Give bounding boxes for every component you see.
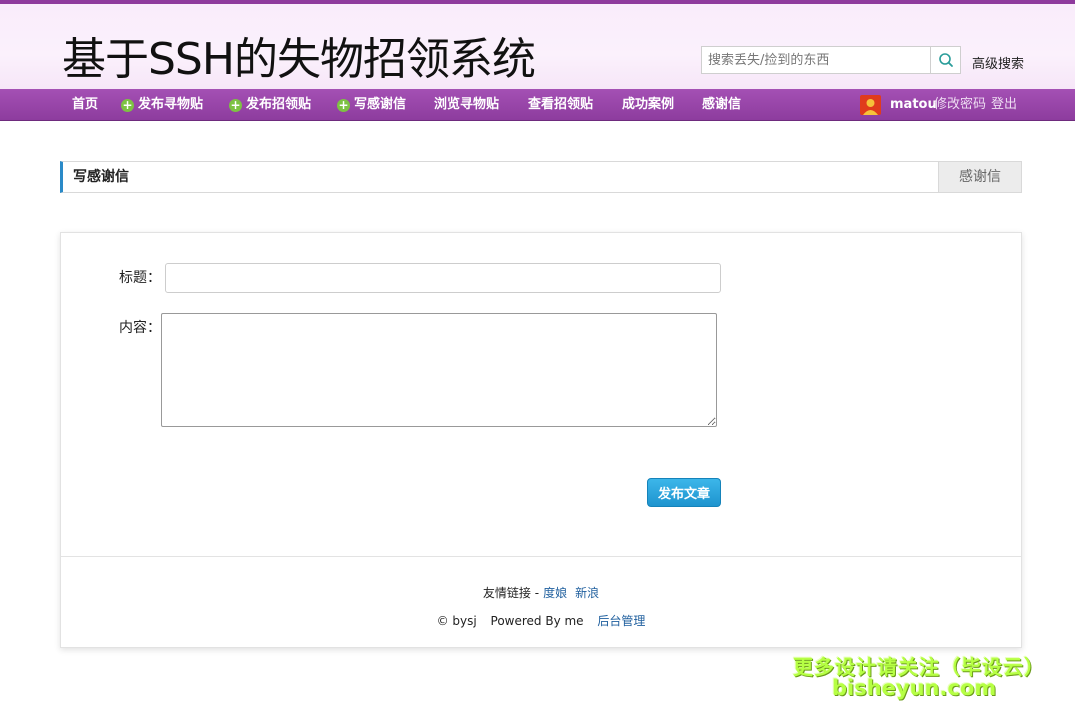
nav-item-home[interactable]: 首页 xyxy=(72,89,98,121)
site-title: 基于SSH的失物招领系统 xyxy=(62,34,536,85)
plus-circle-icon: + xyxy=(337,97,350,112)
friend-link-sina[interactable]: 新浪 xyxy=(575,586,599,600)
search-icon xyxy=(938,53,953,67)
plus-circle-icon: + xyxy=(229,97,242,112)
content-label: 内容： xyxy=(119,320,161,336)
nav-item-write-thanks[interactable]: + 写感谢信 xyxy=(337,89,406,121)
nav-item-thanks-letters[interactable]: 感谢信 xyxy=(702,89,741,121)
nav-item-label: 写感谢信 xyxy=(354,97,407,112)
nav-item-label: 发布招领贴 xyxy=(246,97,312,112)
logout-link[interactable]: 登出 xyxy=(991,89,1017,121)
title-label: 标题： xyxy=(119,270,161,286)
friend-links: 友情链接 - 度娘 新浪 xyxy=(61,584,1021,601)
copyright-line: © bysj Powered By me 后台管理 xyxy=(61,612,1021,629)
form-panel: 标题： 内容： 发布文章 友情链接 - 度娘 新浪 © bysj Powered B… xyxy=(60,232,1022,648)
nav-item-label: 查看招领贴 xyxy=(528,97,594,112)
publish-button[interactable]: 发布文章 xyxy=(647,478,721,507)
section-title: 写感谢信 xyxy=(73,169,129,185)
title-input[interactable] xyxy=(165,263,721,293)
nav-item-label: 成功案例 xyxy=(622,97,675,112)
site-header: 基于SSH的失物招领系统 高级搜索 xyxy=(0,4,1075,89)
nav-item-view-found[interactable]: 查看招领贴 xyxy=(528,89,593,121)
tab-thanks-letters[interactable]: 感谢信 xyxy=(938,162,1021,192)
content-textarea[interactable] xyxy=(161,313,717,427)
advanced-search-link[interactable]: 高级搜索 xyxy=(972,53,1024,72)
nav-item-post-found[interactable]: + 发布招领贴 xyxy=(229,89,311,121)
nav-item-label: 首页 xyxy=(72,97,99,112)
username-link[interactable]: matou xyxy=(890,89,937,121)
user-avatar xyxy=(860,95,881,115)
search-button[interactable] xyxy=(930,46,961,74)
nav-item-browse-lost[interactable]: 浏览寻物贴 xyxy=(434,89,499,121)
avatar-icon xyxy=(863,99,878,115)
watermark-url: bisheyun.com xyxy=(832,676,997,700)
main-nav: 首页 + 发布寻物贴 + 发布招领贴 + 写感谢信 浏览寻物贴 查看招领贴 成功… xyxy=(0,89,1075,121)
plus-circle-icon: + xyxy=(121,97,134,112)
nav-item-label: 发布寻物贴 xyxy=(138,97,204,112)
admin-link[interactable]: 后台管理 xyxy=(597,614,645,628)
search-input[interactable] xyxy=(701,46,931,74)
nav-item-post-lost[interactable]: + 发布寻物贴 xyxy=(121,89,203,121)
nav-item-label: 浏览寻物贴 xyxy=(434,97,500,112)
copyright-text: © bysj xyxy=(436,614,477,628)
section-header: 写感谢信 感谢信 xyxy=(60,161,1022,193)
nav-item-label: 感谢信 xyxy=(702,97,742,112)
friend-links-label: 友情链接 - xyxy=(482,586,540,600)
powered-by-text: Powered By me xyxy=(490,614,584,628)
divider xyxy=(61,556,1021,557)
change-password-link[interactable]: 修改密码 xyxy=(934,89,986,121)
nav-item-success-cases[interactable]: 成功案例 xyxy=(622,89,674,121)
friend-link-baidu[interactable]: 度娘 xyxy=(543,586,567,600)
